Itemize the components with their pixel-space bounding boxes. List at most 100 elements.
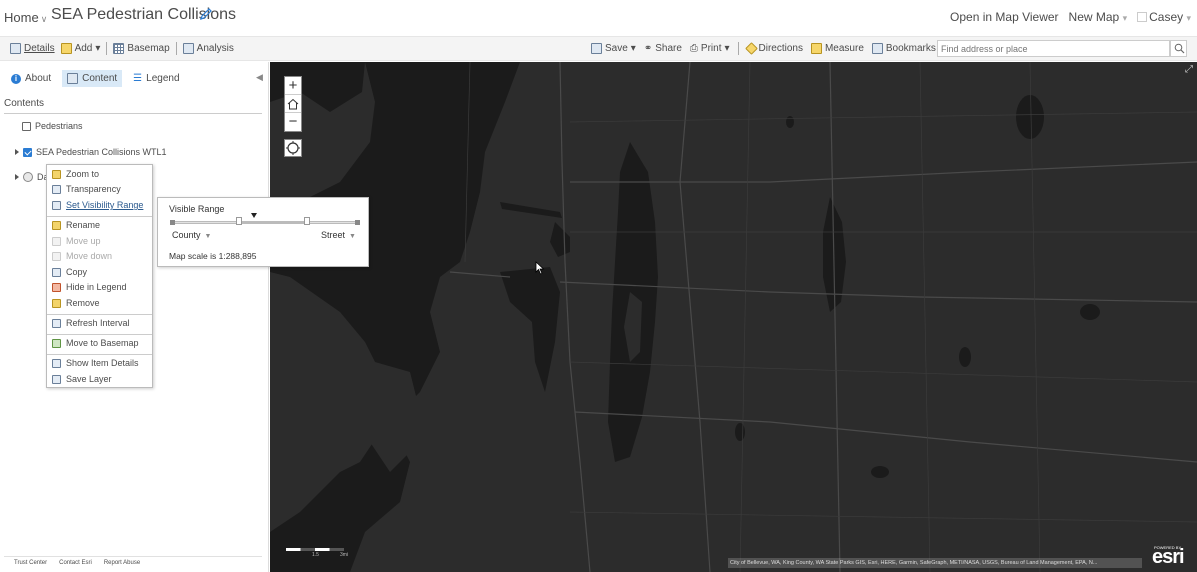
transparency-icon bbox=[52, 184, 61, 194]
menu-item-save-layer[interactable]: Save Layer bbox=[52, 374, 112, 384]
home-menu[interactable]: Home ∨ bbox=[4, 10, 47, 25]
menu-item-zoom-to[interactable]: Zoom to bbox=[52, 169, 99, 179]
menu-item-remove[interactable]: Remove bbox=[52, 298, 100, 308]
directions-button[interactable]: Directions bbox=[744, 42, 803, 55]
locate-button[interactable] bbox=[284, 139, 302, 157]
remove-icon bbox=[52, 298, 61, 308]
menu-item-label: Set Visibility Range bbox=[66, 200, 144, 210]
expand-arrow-icon[interactable] bbox=[15, 149, 19, 155]
search-button[interactable] bbox=[1170, 40, 1187, 57]
map-toolbar: Details Add ▾ Basemap Analysis Save ▾ ⚭ Sha… bbox=[0, 36, 1197, 61]
info-icon: i bbox=[11, 73, 21, 84]
content-icon bbox=[67, 73, 79, 84]
bookmarks-button[interactable]: Bookmarks bbox=[871, 43, 936, 54]
house-icon bbox=[287, 98, 299, 110]
user-name: Casey bbox=[1149, 10, 1184, 24]
copy-icon bbox=[52, 267, 61, 277]
tab-content-label: Content bbox=[82, 73, 118, 84]
basemap-move-icon bbox=[52, 338, 61, 348]
scale-label: 1.5 bbox=[312, 552, 319, 558]
share-button[interactable]: ⚭ Share bbox=[644, 43, 682, 54]
esri-logo[interactable]: esri bbox=[1152, 546, 1185, 569]
collapse-panel-icon[interactable]: ◀ bbox=[256, 72, 263, 83]
chevron-down-icon: ▼ bbox=[204, 233, 212, 240]
menu-item-move-down[interactable]: Move down bbox=[52, 251, 112, 261]
layer-visibility-checkbox[interactable] bbox=[23, 147, 32, 157]
menu-divider bbox=[47, 314, 152, 315]
search-icon bbox=[1174, 43, 1185, 54]
expand-arrow-icon[interactable] bbox=[15, 174, 19, 180]
new-map-menu[interactable]: New Map ▾ bbox=[1069, 10, 1128, 24]
max-scale-handle[interactable] bbox=[304, 217, 310, 225]
trust-center-link[interactable]: Trust Center bbox=[14, 560, 47, 566]
home-extent-button[interactable] bbox=[285, 95, 301, 113]
tab-content[interactable]: Content bbox=[62, 70, 123, 87]
analysis-label: Analysis bbox=[196, 43, 234, 54]
edit-pencil-icon[interactable] bbox=[199, 7, 213, 21]
contact-esri-link[interactable]: Contact Esri bbox=[59, 560, 92, 566]
layer-item[interactable]: Da bbox=[15, 172, 49, 182]
menu-item-move-to-basemap[interactable]: Move to Basemap bbox=[52, 338, 139, 348]
directions-icon bbox=[744, 42, 758, 55]
menu-item-hide-in-legend[interactable]: Hide in Legend bbox=[52, 282, 127, 292]
toolbar-divider bbox=[106, 42, 108, 55]
report-abuse-link[interactable]: Report Abuse bbox=[104, 560, 140, 566]
menu-divider bbox=[47, 334, 152, 335]
tab-legend[interactable]: ☰ Legend bbox=[128, 70, 184, 87]
bookmarks-icon bbox=[871, 43, 883, 54]
basemap-icon bbox=[113, 43, 125, 54]
rename-icon bbox=[52, 220, 61, 230]
add-button[interactable]: Add ▾ bbox=[60, 43, 101, 54]
menu-item-label: Hide in Legend bbox=[66, 282, 127, 292]
basemap-globe-icon bbox=[23, 172, 33, 182]
min-scale-handle[interactable] bbox=[236, 217, 242, 225]
basemap-button[interactable]: Basemap bbox=[113, 43, 170, 54]
menu-item-copy[interactable]: Copy bbox=[52, 267, 87, 277]
min-scale-select[interactable]: County ▼ bbox=[172, 230, 211, 240]
menu-item-move-up[interactable]: Move up bbox=[52, 236, 101, 246]
analysis-button[interactable]: Analysis bbox=[182, 43, 234, 54]
fullscreen-expand-icon[interactable]: ⤢ bbox=[1185, 64, 1193, 75]
layer-item[interactable]: SEA Pedestrian Collisions WTL1 bbox=[15, 147, 167, 157]
arrow-up-icon bbox=[52, 236, 61, 246]
top-bar: Home ∨ SEA Pedestrian Collisions Open in … bbox=[0, 0, 1197, 34]
zoom-in-button[interactable]: + bbox=[285, 77, 301, 95]
zoom-to-icon bbox=[52, 169, 61, 179]
open-in-map-viewer-link[interactable]: Open in Map Viewer bbox=[950, 10, 1059, 24]
details-icon bbox=[10, 43, 21, 54]
scale-bar: 1.5 3mi bbox=[286, 544, 349, 558]
layer-context-menu: Zoom to Transparency Set Visibility Rang… bbox=[46, 164, 153, 388]
menu-item-label: Remove bbox=[66, 298, 100, 308]
layer-visibility-checkbox[interactable] bbox=[22, 121, 31, 131]
tab-about-label: About bbox=[25, 73, 52, 84]
visible-range-slider-track[interactable] bbox=[172, 221, 358, 224]
menu-item-transparency[interactable]: Transparency bbox=[52, 184, 121, 194]
tab-about[interactable]: i About bbox=[6, 70, 56, 87]
zoom-out-button[interactable]: − bbox=[285, 113, 301, 131]
layer-item[interactable]: Pedestrians bbox=[22, 121, 83, 131]
max-scale-value: Street bbox=[321, 230, 346, 240]
contents-heading: Contents bbox=[4, 98, 45, 109]
share-link-icon: ⚭ bbox=[643, 43, 653, 54]
save-button[interactable]: Save ▾ bbox=[591, 43, 636, 54]
map-view[interactable]: + − ⤢ 1.5 3mi City of Bellevue, WA, King… bbox=[270, 62, 1197, 572]
menu-divider bbox=[47, 354, 152, 355]
menu-item-refresh-interval[interactable]: Refresh Interval bbox=[52, 318, 130, 328]
chevron-down-icon: ▾ bbox=[95, 43, 101, 54]
max-scale-select[interactable]: Street ▼ bbox=[321, 230, 356, 240]
menu-item-rename[interactable]: Rename bbox=[52, 220, 100, 230]
scale-label: 3mi bbox=[340, 552, 349, 558]
find-address-input[interactable] bbox=[937, 40, 1170, 57]
measure-button[interactable]: Measure bbox=[810, 43, 864, 54]
current-scale-marker-icon bbox=[251, 213, 257, 218]
new-map-label: New Map bbox=[1068, 10, 1120, 24]
menu-item-set-visibility-range[interactable]: Set Visibility Range bbox=[52, 200, 143, 210]
current-map-scale: Map scale is 1:288,895 bbox=[169, 251, 257, 261]
user-menu[interactable]: Casey ▾ bbox=[1137, 10, 1191, 24]
locate-crosshair-icon bbox=[286, 141, 300, 155]
details-button[interactable]: Details bbox=[10, 43, 55, 54]
menu-item-label: Move up bbox=[66, 236, 101, 246]
menu-item-show-item-details[interactable]: Show Item Details bbox=[52, 358, 139, 368]
print-button[interactable]: ⎙ Print ▾ bbox=[690, 43, 730, 54]
measure-icon bbox=[810, 43, 822, 54]
